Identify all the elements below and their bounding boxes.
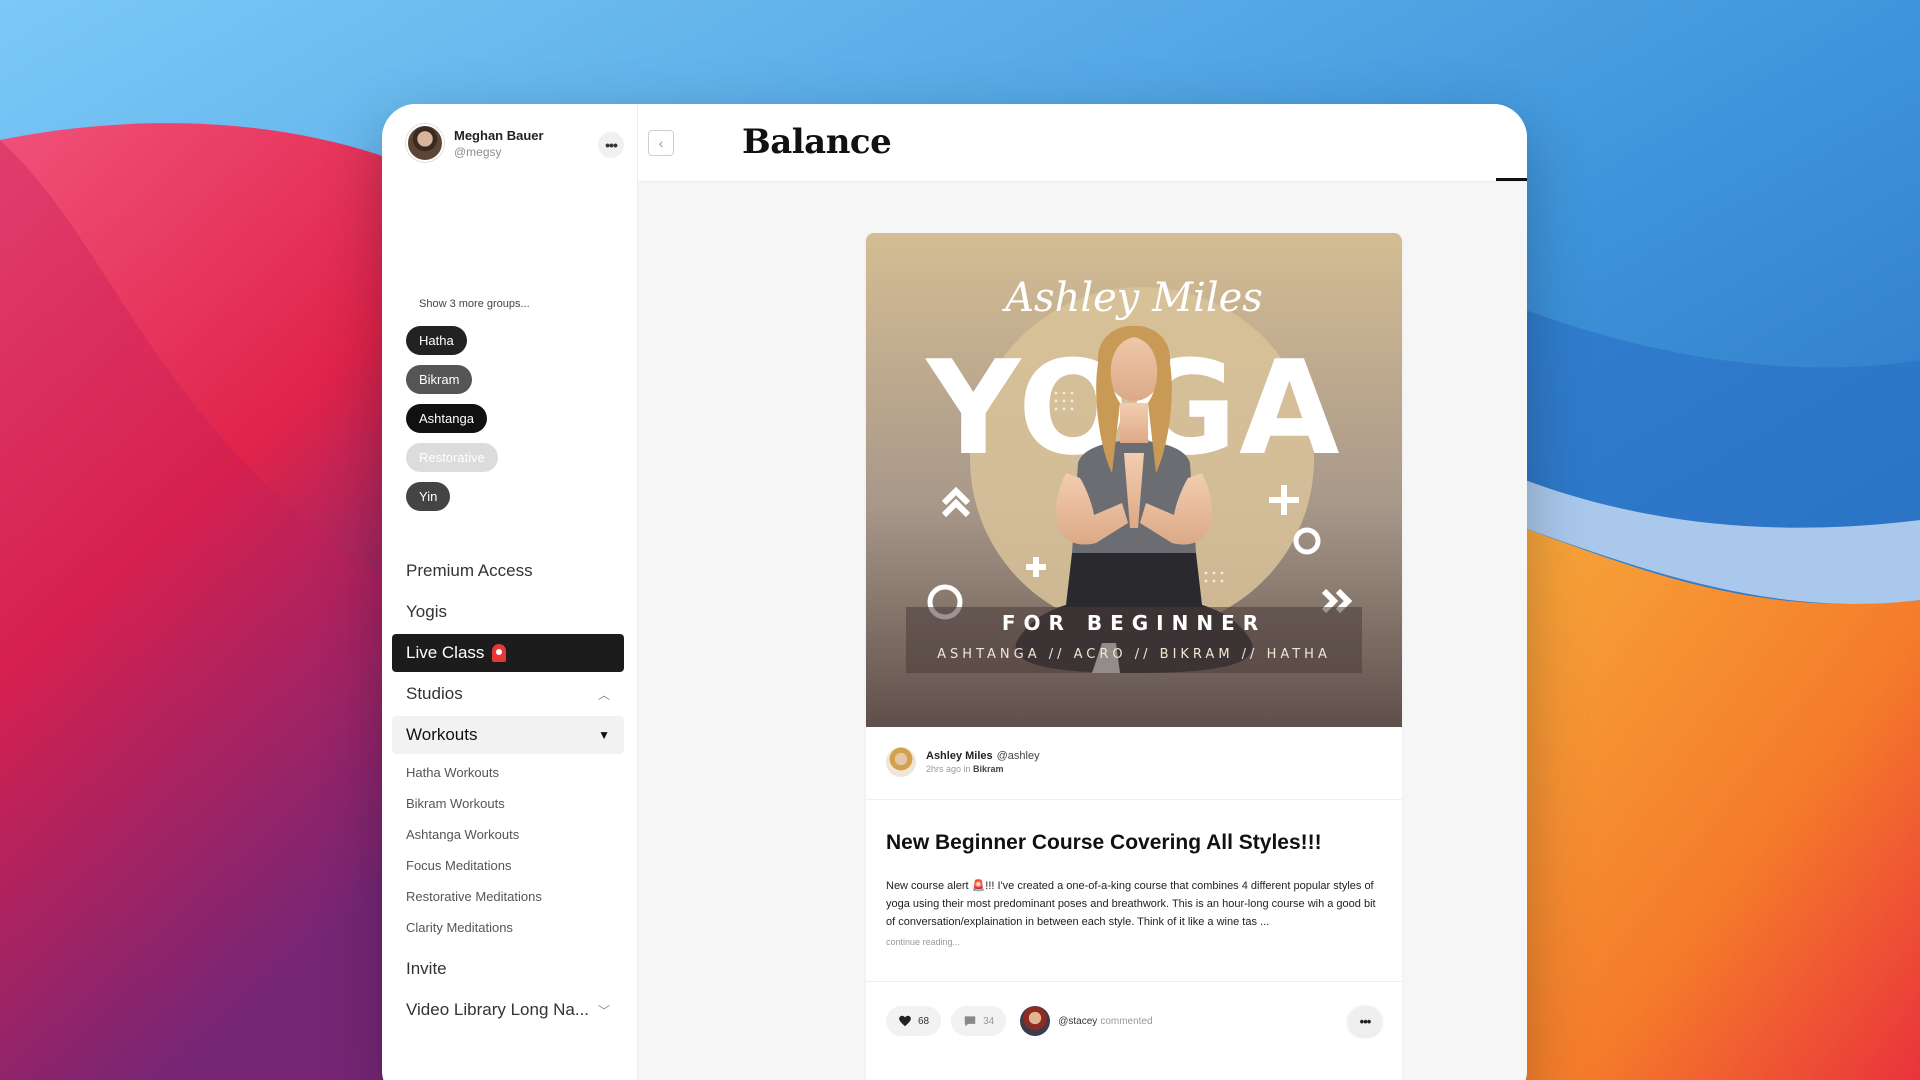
subnav-item-ashtanga-workouts[interactable]: Ashtanga Workouts — [406, 819, 624, 850]
post-title[interactable]: New Beginner Course Covering All Styles!… — [886, 831, 1322, 855]
group-pill-ashtanga[interactable]: Ashtanga — [406, 404, 487, 433]
post-more-button[interactable]: ••• — [1348, 1006, 1382, 1036]
group-pill-bikram[interactable]: Bikram — [406, 365, 473, 394]
post-image[interactable]: YOGA Ashley Mile — [866, 233, 1402, 727]
nav-item-label: Invite — [406, 959, 447, 978]
nav-item-workouts[interactable]: Workouts ▼ — [392, 716, 624, 754]
user-avatar — [406, 124, 444, 162]
user-handle: @megsy — [454, 144, 502, 159]
subnav-item-focus-meditations[interactable]: Focus Meditations — [406, 850, 624, 881]
sidebar-nav: Premium Access Yogis Live Class Studios … — [392, 552, 624, 943]
nav-item-video-library[interactable]: Video Library Long Na... ﹀ — [392, 991, 624, 1029]
recent-commenter[interactable]: @stacey commented — [1058, 1016, 1152, 1027]
nav-item-label: Studios — [406, 684, 463, 703]
nav-item-live-class[interactable]: Live Class — [392, 634, 624, 672]
siren-icon — [492, 644, 507, 662]
like-button[interactable]: 68 — [886, 1006, 942, 1036]
group-pill-restorative[interactable]: Restorative — [406, 443, 498, 472]
post-time: 2hrs ago in — [926, 764, 971, 774]
sidebar: Meghan Bauer @megsy ••• Show 3 more grou… — [382, 104, 638, 1080]
group-list: Hatha Bikram Ashtanga Restorative Yin — [406, 326, 498, 521]
active-tab-indicator — [1496, 178, 1527, 181]
divider — [866, 981, 1402, 982]
nav-item-premium-access[interactable]: Premium Access — [392, 552, 624, 590]
main-content: ‹ Balance Ashley Miles FOR BEGINNER ASHT… — [638, 104, 1527, 1080]
post-card: YOGA Ashley Mile — [866, 233, 1402, 1080]
commenter-handle[interactable]: @stacey — [1058, 1016, 1097, 1027]
subnav-item-hatha-workouts[interactable]: Hatha Workouts — [406, 757, 624, 788]
post-group-link[interactable]: Bikram — [973, 764, 1004, 774]
nav-item-label: Premium Access — [406, 561, 533, 580]
like-count: 68 — [918, 1015, 930, 1027]
continue-reading-link[interactable]: continue reading... — [886, 937, 960, 947]
post-author[interactable]: Ashley Miles @ashley 2hrs ago in Bikram — [886, 747, 1040, 777]
commented-label: commented — [1100, 1015, 1153, 1027]
show-more-groups-link[interactable]: Show 3 more groups... — [419, 298, 530, 310]
image-script-name: Ashley Miles — [1001, 275, 1263, 321]
top-bar: ‹ Balance — [638, 104, 1527, 182]
heart-icon — [899, 1015, 911, 1027]
sidebar-nav-secondary: Invite Video Library Long Na... ﹀ — [392, 950, 624, 1032]
subnav-item-clarity-meditations[interactable]: Clarity Meditations — [406, 912, 624, 943]
app-window: Meghan Bauer @megsy ••• Show 3 more grou… — [382, 104, 1527, 1080]
author-handle: @ashley — [996, 750, 1040, 762]
nav-item-studios[interactable]: Studios ︿ — [392, 675, 624, 713]
user-profile[interactable]: Meghan Bauer @megsy — [406, 124, 544, 162]
author-avatar[interactable] — [886, 747, 916, 777]
nav-item-label: Video Library Long Na... — [406, 1000, 590, 1019]
nav-item-invite[interactable]: Invite — [392, 950, 624, 988]
chevron-down-icon[interactable]: ▼ — [598, 728, 610, 742]
comment-icon — [964, 1016, 976, 1027]
commenter-avatar[interactable] — [1020, 1006, 1051, 1036]
user-name: Meghan Bauer — [454, 127, 544, 143]
nav-item-label: Workouts — [406, 725, 478, 744]
divider — [866, 799, 1402, 800]
profile-more-button[interactable]: ••• — [598, 132, 624, 158]
subnav-item-bikram-workouts[interactable]: Bikram Workouts — [406, 788, 624, 819]
nav-item-label: Yogis — [406, 602, 447, 621]
post-actions: 68 34 @stacey commented ••• — [886, 1005, 1382, 1037]
chevron-down-icon[interactable]: ﹀ — [598, 1002, 610, 1019]
workouts-subnav: Hatha Workouts Bikram Workouts Ashtanga … — [392, 757, 624, 943]
group-pill-yin[interactable]: Yin — [406, 482, 451, 511]
image-styles: ASHTANGA // ACRO // BIKRAM // HATHA — [937, 647, 1331, 662]
chevron-up-icon[interactable]: ︿ — [598, 686, 610, 703]
comment-button[interactable]: 34 — [951, 1006, 1007, 1036]
comment-count: 34 — [983, 1015, 995, 1027]
post-body: New course alert 🚨!!! I've created a one… — [886, 880, 1376, 928]
nav-item-label: Live Class — [406, 643, 485, 662]
collapse-sidebar-button[interactable]: ‹ — [648, 130, 674, 156]
nav-item-yogis[interactable]: Yogis — [392, 593, 624, 631]
group-pill-hatha[interactable]: Hatha — [406, 326, 467, 355]
brand-logo[interactable]: Balance — [742, 122, 892, 162]
subnav-item-restorative-meditations[interactable]: Restorative Meditations — [406, 881, 624, 912]
author-name[interactable]: Ashley Miles — [926, 750, 993, 762]
image-subtitle: FOR BEGINNER — [1002, 611, 1266, 635]
